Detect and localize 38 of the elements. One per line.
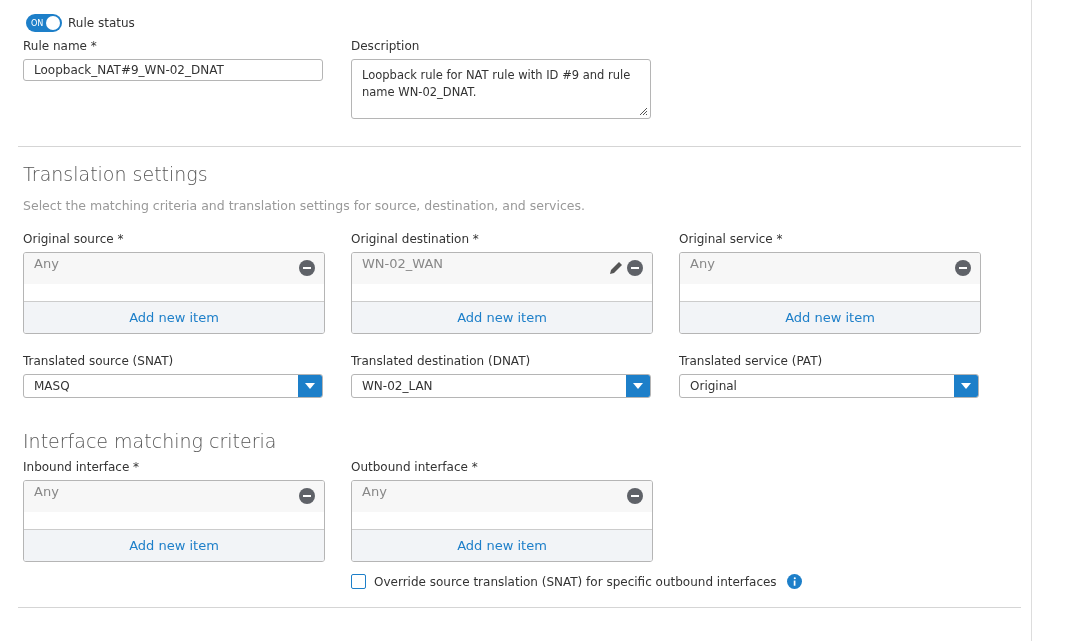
section-title: Interface matching criteria [23,430,278,452]
rule-name-field[interactable]: Loopback_NAT#9_WN-02_DNAT [23,59,323,81]
field-label: Rule name * [23,39,98,53]
description-field[interactable]: Loopback rule for NAT rule with ID #9 and rule name WN-02_DNAT. [351,59,651,119]
resize-grip-icon[interactable] [638,106,648,116]
add-new-item-button[interactable]: Add new item [24,301,324,333]
field-label: Original source * [23,232,125,246]
field-label: Outbound interface * [351,460,479,474]
toggle-switch[interactable]: ON [26,14,62,32]
add-new-item-button[interactable]: Add new item [352,529,652,561]
section-description: Select the matching criteria and translation settings for source, destination, and services. [23,198,587,213]
remove-icon[interactable] [627,260,643,276]
field-label: Translated source (SNAT) [23,354,175,368]
caret-icon [961,383,971,389]
info-icon[interactable] [786,574,802,589]
add-new-item-button[interactable]: Add new item [352,301,652,333]
add-new-item-button[interactable]: Add new item [24,529,324,561]
pencil-icon[interactable] [608,260,624,276]
add-new-item-button[interactable]: Add new item [680,301,980,333]
remove-icon[interactable] [299,260,315,276]
caret-icon [305,383,315,389]
remove-icon[interactable] [955,260,971,276]
field-label: Inbound interface * [23,460,141,474]
override-label: Override source translation (SNAT) for specific outbound interfaces [374,574,777,589]
remove-icon[interactable] [299,488,315,504]
field-label: Original service * [679,232,784,246]
field-label: Original destination * [351,232,480,246]
section-title: Translation settings [23,163,209,185]
caret-icon [633,383,643,389]
field-label: Translated service (PAT) [679,354,824,368]
field-label: Translated destination (DNAT) [351,354,532,368]
dropdown[interactable]: MASQ [23,374,323,398]
checkbox[interactable] [351,574,366,589]
rule-status-label: Rule status [68,16,135,30]
remove-icon[interactable] [627,488,643,504]
dropdown[interactable]: WN-02_LAN [351,374,651,398]
dropdown[interactable]: Original [679,374,979,398]
field-label: Description [351,39,421,53]
